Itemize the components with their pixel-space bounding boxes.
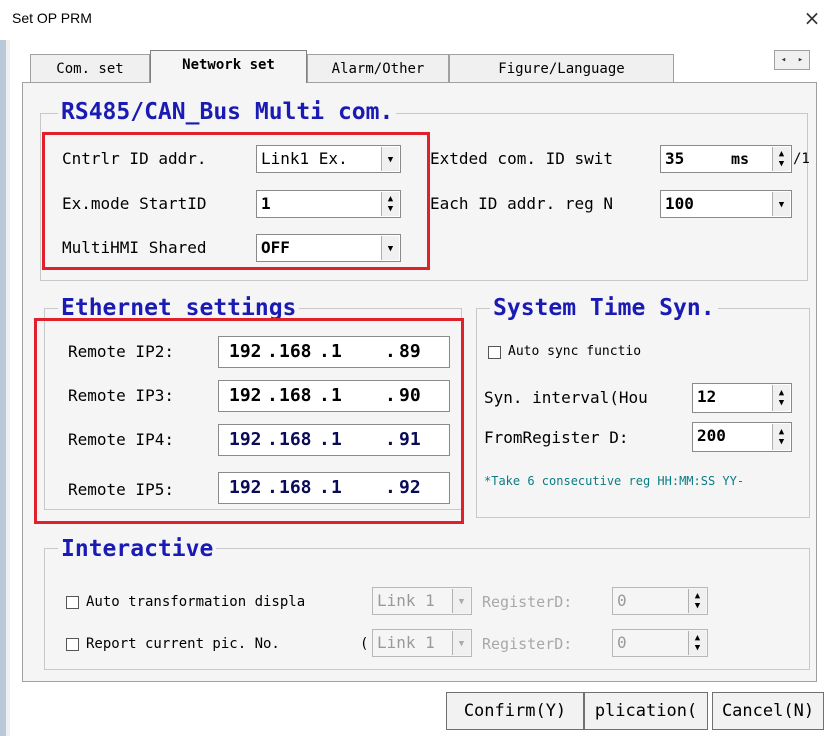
close-icon[interactable]: × — [800, 6, 824, 30]
systime-note: *Take 6 consecutive reg HH:MM:SS YY- — [484, 474, 745, 488]
reg-number-value: 100 — [665, 194, 694, 213]
extded-label: Extded com. ID swit — [430, 149, 614, 168]
auto-sync-label: Auto sync functio — [508, 344, 642, 359]
report-pic-paren: ( — [360, 636, 369, 652]
from-register-label: FromRegister D: — [484, 428, 629, 447]
interactive-group-title: Interactive — [58, 536, 217, 562]
reg-number-select[interactable]: 100 ▼ — [660, 190, 792, 218]
tab-scroller: ◂ ▸ — [774, 50, 810, 70]
cancel-button[interactable]: Cancel(N) — [712, 692, 824, 730]
report-pic-link-value: Link 1 — [377, 633, 435, 652]
spin-arrows-icon[interactable]: ▲ ▼ — [772, 147, 790, 171]
auto-transform-link-select[interactable]: Link 1 ▼ — [372, 587, 472, 615]
extded-value: 35 — [665, 149, 685, 168]
from-register-value: 200 — [697, 426, 726, 445]
report-pic-register-spinner[interactable]: 0 ▲ ▼ — [612, 629, 708, 657]
register-d-label: RegisterD: — [482, 593, 573, 611]
spin-arrows-icon[interactable]: ▲ ▼ — [688, 631, 706, 655]
tab-com-set[interactable]: Com. set — [30, 54, 150, 82]
rs485-group-title: RS485/CAN_Bus Multi com. — [58, 99, 397, 125]
spin-arrows-icon[interactable]: ▲ ▼ — [688, 589, 706, 613]
auto-transform-checkbox[interactable] — [66, 596, 79, 609]
confirm-button[interactable]: Confirm(Y) — [446, 692, 584, 730]
auto-transform-link-value: Link 1 — [377, 591, 435, 610]
tab-figure-language[interactable]: Figure/Language — [449, 54, 674, 82]
window-left-border-inner — [6, 0, 10, 736]
chevron-down-icon[interactable]: ▼ — [452, 589, 470, 613]
spin-arrows-icon[interactable]: ▲ ▼ — [772, 385, 790, 411]
spin-arrows-icon[interactable]: ▲ ▼ — [772, 424, 790, 450]
interval-value: 12 — [697, 387, 717, 406]
auto-sync-checkbox[interactable] — [488, 346, 501, 359]
window-title: Set OP PRM — [12, 10, 92, 26]
reg-number-label: Each ID addr. reg N — [430, 194, 614, 213]
systime-group-title: System Time Syn. — [490, 295, 718, 321]
report-pic-register-value: 0 — [617, 633, 627, 652]
interval-spinner[interactable]: 12 ▲ ▼ — [692, 383, 792, 413]
tab-scroll-right-icon[interactable]: ▸ — [792, 52, 809, 68]
title-bar — [0, 0, 830, 40]
extded-suffix: /1 — [793, 151, 810, 167]
extded-spinner[interactable]: 35 ms ▲ ▼ — [660, 145, 792, 173]
tab-alarm-other[interactable]: Alarm/Other — [307, 54, 449, 82]
chevron-down-icon[interactable]: ▼ — [452, 631, 470, 655]
highlight-box-rs485 — [42, 132, 430, 270]
extded-unit: ms — [731, 150, 750, 168]
interval-label: Syn. interval(Hou — [484, 388, 648, 407]
auto-transform-label: Auto transformation displa — [86, 594, 306, 610]
chevron-down-icon[interactable]: ▼ — [772, 192, 790, 216]
tab-network-set[interactable]: Network set — [150, 50, 307, 83]
from-register-spinner[interactable]: 200 ▲ ▼ — [692, 422, 792, 452]
auto-transform-register-value: 0 — [617, 591, 627, 610]
tab-scroll-left-icon[interactable]: ◂ — [775, 52, 792, 68]
highlight-box-ethernet — [34, 318, 464, 524]
application-button[interactable]: plication( — [584, 692, 708, 730]
auto-transform-register-spinner[interactable]: 0 ▲ ▼ — [612, 587, 708, 615]
report-pic-label: Report current pic. No. — [86, 636, 280, 652]
report-pic-checkbox[interactable] — [66, 638, 79, 651]
register-d-label: RegisterD: — [482, 635, 573, 653]
report-pic-link-select[interactable]: Link 1 ▼ — [372, 629, 472, 657]
